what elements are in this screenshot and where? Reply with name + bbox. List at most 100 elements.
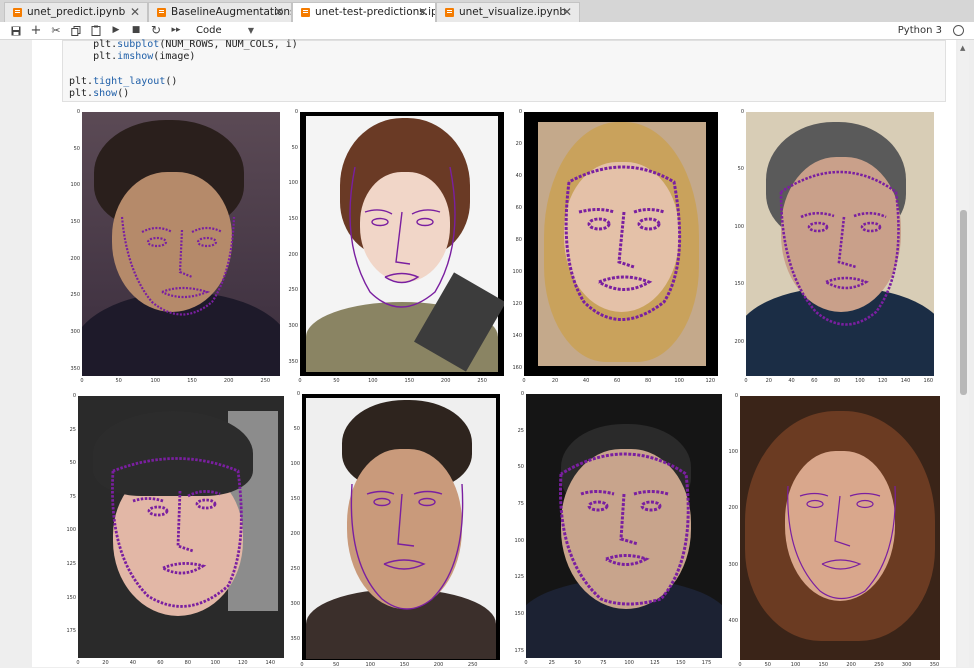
scrollbar-thumb[interactable] <box>960 210 967 395</box>
tab-unet-visualize[interactable]: unet_visualize.ipynb ✕ <box>436 2 580 22</box>
tab-baseline-augmentations[interactable]: BaselineAugmentations.ipynb ✕ <box>148 2 292 22</box>
subplot-4: 0 50 100 150 200 0 20 40 60 80 100 120 140 160 <box>728 108 946 390</box>
y-tick-label: 0 <box>296 391 300 397</box>
vertical-scrollbar[interactable]: ▲ <box>958 40 969 667</box>
x-tick-label: 100 <box>365 662 376 668</box>
y-tick-label: 75 <box>69 493 76 500</box>
y-tick-label: 80 <box>515 237 522 243</box>
y-tick-label: 150 <box>66 594 76 601</box>
y-tick-label: 125 <box>66 560 76 567</box>
subplot-3: 0 20 40 60 80 100 120 140 160 0 20 40 60 80 100 120 <box>506 108 728 390</box>
x-tick-label: 120 <box>238 660 248 666</box>
face-image <box>300 112 504 376</box>
y-tick-label: 175 <box>66 628 76 635</box>
y-tick-label: 100 <box>728 449 738 456</box>
tab-label: unet_visualize.ipynb <box>459 6 567 18</box>
face-image <box>302 394 500 660</box>
y-tick-label: 0 <box>72 393 76 399</box>
tab-unet-predict[interactable]: unet_predict.ipynb ✕ <box>4 2 148 22</box>
x-tick-label: 200 <box>846 662 856 668</box>
y-tick-label: 100 <box>66 527 76 534</box>
code-line: plt.imshow(image) <box>69 51 196 62</box>
y-tick-label: 100 <box>514 537 524 544</box>
x-tick-label: 250 <box>477 378 487 384</box>
fast-forward-icon[interactable]: ▸▸ <box>168 22 184 39</box>
restart-icon[interactable]: ↻ <box>148 22 164 39</box>
y-tick-label: 50 <box>73 145 80 152</box>
x-tick-label: 120 <box>877 378 888 384</box>
run-icon[interactable]: ▶ <box>108 22 124 39</box>
landmark-overlay <box>350 483 464 610</box>
x-tick-label: 200 <box>440 378 451 384</box>
save-icon[interactable] <box>8 22 24 39</box>
x-tick-label: 50 <box>574 660 581 666</box>
y-tick-label: 100 <box>290 461 300 467</box>
x-tick-label: 120 <box>705 378 715 384</box>
x-tick-label: 50 <box>764 662 771 668</box>
copy-icon[interactable] <box>68 22 84 39</box>
y-tick-label: 100 <box>288 180 298 187</box>
y-tick-label: 300 <box>70 329 80 335</box>
cut-icon[interactable]: ✂ <box>48 22 64 39</box>
subplot-5: 0 25 50 75 100 125 150 175 0 20 40 60 80 100 120 140 <box>62 392 284 667</box>
y-tick-label: 140 <box>512 333 522 339</box>
cell-output: 0 50 100 150 200 250 300 350 0 50 100 150 200 250 0 50… <box>62 104 946 668</box>
landmark-overlay <box>779 170 900 326</box>
code-cell[interactable]: plt.subplot(NUM_ROWS, NUM_COLS, i) plt.i… <box>62 39 946 102</box>
y-tick-label: 25 <box>517 427 524 434</box>
y-tick-label: 250 <box>70 292 80 299</box>
code-line: plt.show() <box>69 88 130 99</box>
x-tick-label: 300 <box>901 662 912 668</box>
notebook-icon <box>301 8 310 17</box>
close-icon[interactable]: ✕ <box>130 3 140 22</box>
y-tick-label: 350 <box>70 365 80 372</box>
face-image <box>746 112 934 376</box>
kernel-name[interactable]: Python 3 <box>898 22 942 39</box>
x-tick-label: 250 <box>467 662 478 668</box>
y-tick-label: 0 <box>294 109 298 115</box>
code-line: plt.tight_layout() <box>69 76 178 87</box>
notebook-icon <box>13 8 22 17</box>
y-tick-label: 100 <box>70 182 80 189</box>
x-tick-label: 80 <box>644 378 652 384</box>
scroll-up-icon[interactable]: ▲ <box>960 44 965 52</box>
subplot-8: 0 100 200 300 400 0 50 100 150 200 250 300 350 <box>728 392 946 668</box>
y-tick-label: 40 <box>515 173 522 179</box>
x-tick-label: 80 <box>833 378 841 384</box>
y-tick-label: 120 <box>512 301 522 307</box>
y-tick-label: 0 <box>518 109 522 115</box>
x-tick-label: 0 <box>76 660 80 666</box>
stop-icon[interactable]: ■ <box>128 22 144 39</box>
y-tick-label: 250 <box>290 566 300 572</box>
y-tick-label: 350 <box>290 636 300 642</box>
y-tick-label: 150 <box>514 611 524 617</box>
x-tick-label: 250 <box>260 378 271 384</box>
y-tick-label: 150 <box>288 216 298 223</box>
y-tick-label: 200 <box>70 255 80 262</box>
y-tick-label: 25 <box>69 426 76 433</box>
y-tick-label: 0 <box>76 109 80 115</box>
close-icon[interactable]: ✕ <box>274 3 284 22</box>
y-tick-label: 125 <box>514 574 524 581</box>
x-tick-label: 0 <box>300 662 304 668</box>
face-image <box>740 396 940 660</box>
close-icon[interactable]: ✕ <box>562 3 572 22</box>
x-tick-label: 350 <box>929 662 940 668</box>
face-image <box>526 394 722 658</box>
y-tick-label: 100 <box>512 269 522 275</box>
face-image <box>524 112 718 376</box>
tab-unet-test-predictions[interactable]: unet-test-predictions.ipynb ✕ <box>292 2 436 23</box>
code-line: plt.subplot(NUM_ROWS, NUM_COLS, i) <box>69 39 298 50</box>
landmark-overlay <box>349 166 456 308</box>
y-tick-label: 150 <box>70 219 80 225</box>
close-icon[interactable]: ✕ <box>418 3 428 22</box>
x-tick-label: 140 <box>900 378 911 384</box>
add-icon[interactable]: + <box>28 22 44 39</box>
x-tick-label: 0 <box>298 378 302 384</box>
cell-type-dropdown[interactable]: Code ▼ <box>190 23 258 38</box>
y-tick-label: 160 <box>512 365 522 371</box>
landmark-overlay <box>787 485 896 600</box>
paste-icon[interactable] <box>88 22 104 39</box>
x-tick-label: 250 <box>874 662 884 668</box>
y-tick-label: 200 <box>728 505 738 512</box>
